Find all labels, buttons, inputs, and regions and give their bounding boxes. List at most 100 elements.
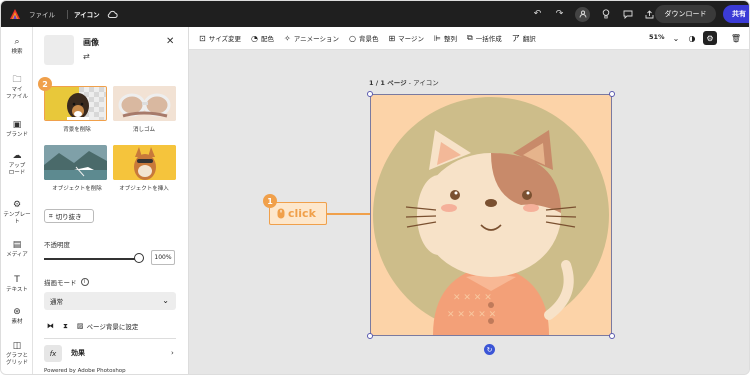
crop-icon: ⌗: [49, 211, 53, 220]
tool-label: 配色: [261, 35, 274, 43]
image-actions-row: ⧓ ⧗ ▨ ページ背景に設定: [47, 321, 139, 332]
click-annotation: click: [269, 202, 327, 225]
effects-icon[interactable]: fx: [44, 345, 62, 362]
resize-handle-br[interactable]: [609, 333, 615, 339]
blend-mode-select[interactable]: 通常 ⌄: [44, 292, 176, 310]
app-window: ファイル アイコン ↶ ↷ ダウンロード 共有 ⌕ 検索 🗀 マイ ファイル ▣…: [0, 0, 750, 375]
redo-icon[interactable]: ↷: [553, 8, 566, 21]
tile-label: 背景を削除: [63, 127, 91, 133]
rail-item-label: ブランド: [5, 132, 28, 138]
topbar-actions: ↶ ↷: [531, 1, 656, 27]
opacity-slider-track[interactable]: [44, 258, 138, 260]
flip-vertical-icon[interactable]: ⧗: [63, 322, 68, 331]
resize-handle-bl[interactable]: [367, 333, 373, 339]
rail-item-my-files[interactable]: 🗀 マイ ファイル: [1, 75, 33, 101]
resize-handle-tr[interactable]: [609, 91, 615, 97]
rail-item-elements[interactable]: ⊛ 素材: [1, 307, 33, 326]
tool-animation[interactable]: ✧ アニメーション: [284, 33, 339, 44]
tool-bulk-create[interactable]: ⧉ 一括作成: [467, 33, 502, 43]
resize-icon: ⊡: [199, 33, 206, 43]
effects-label[interactable]: 効果: [71, 348, 85, 358]
tool-palette[interactable]: ◔ 配色: [251, 33, 274, 44]
rail-item-brand[interactable]: ▣ ブランド: [1, 120, 33, 139]
tool-label: 背景色: [358, 35, 379, 43]
divider: [67, 9, 68, 19]
rail-item-label: テンプレー ト: [3, 212, 31, 225]
flip-horizontal-icon[interactable]: ⧓: [47, 322, 54, 330]
crop-label: 切り抜き: [55, 213, 82, 221]
animation-icon: ✧: [284, 33, 291, 43]
trash-icon[interactable]: 🗑: [729, 31, 743, 45]
remove-bg-preview: [45, 87, 106, 120]
close-icon[interactable]: ✕: [166, 36, 174, 47]
tool-tile-remove-object[interactable]: [44, 145, 107, 180]
rail-item-charts[interactable]: ◫ グラフと グリッド: [1, 341, 33, 367]
rail-item-label: メディア: [6, 252, 28, 258]
annotation-connector: [327, 213, 370, 215]
panel-title: 画像: [83, 38, 99, 47]
adobe-express-logo[interactable]: [10, 9, 20, 19]
mouse-icon: [277, 208, 285, 219]
left-rail: ⌕ 検索 🗀 マイ ファイル ▣ ブランド ☁ アップ ロード ⚙ テンプレー …: [1, 27, 33, 374]
share-button[interactable]: 共有: [723, 5, 749, 23]
undo-icon[interactable]: ↶: [531, 8, 544, 21]
rail-item-templates[interactable]: ⚙ テンプレー ト: [1, 200, 33, 226]
resize-handle-tl[interactable]: [367, 91, 373, 97]
rail-item-search[interactable]: ⌕ 検索: [1, 37, 33, 56]
search-icon: ⌕: [14, 37, 20, 47]
crop-button[interactable]: ⌗ 切り抜き: [44, 209, 94, 223]
tool-margin[interactable]: ⊞ マージン: [388, 33, 425, 44]
rail-item-media[interactable]: ▤ メディア: [1, 240, 33, 259]
rail-item-text[interactable]: T テキスト: [1, 275, 33, 294]
rotate-icon[interactable]: ↻: [484, 344, 495, 355]
comment-icon[interactable]: [621, 8, 634, 21]
tool-label: サイズ変更: [208, 35, 242, 43]
zoom-level[interactable]: 51%: [649, 33, 665, 41]
lightbulb-icon[interactable]: [599, 8, 612, 21]
opacity-slider-handle[interactable]: [134, 253, 144, 263]
info-icon[interactable]: i: [80, 278, 89, 286]
media-icon: ▤: [12, 240, 22, 250]
set-page-background-button[interactable]: ▨ ページ背景に設定: [77, 321, 139, 331]
tool-bg-color[interactable]: ○ 背景色: [348, 33, 379, 44]
step-badge-1: 1: [263, 194, 277, 208]
tool-tile-eraser[interactable]: [113, 86, 176, 121]
panel-divider: [44, 338, 176, 339]
invite-user-icon[interactable]: [575, 6, 590, 22]
top-bar: ファイル アイコン ↶ ↷ ダウンロード 共有: [1, 1, 749, 27]
chevron-right-icon[interactable]: ›: [171, 349, 174, 357]
blend-mode-value: 通常: [50, 298, 63, 306]
palette-icon: ◔: [251, 33, 258, 43]
remove-object-preview: [44, 145, 107, 180]
bg-color-icon: ○: [348, 33, 356, 43]
context-toolbar: ⊡ サイズ変更 ◔ 配色 ✧ アニメーション ○ 背景色 ⊞ マージン ⊫ 整列 ⧉ 一括作成…: [189, 27, 749, 50]
layers-icon[interactable]: ◑: [685, 31, 699, 45]
page-number: 1 / 1 ページ: [369, 79, 407, 87]
tool-label: 整列: [443, 35, 457, 43]
replace-image-icon[interactable]: ⇄: [83, 52, 90, 61]
tile-label: オブジェクトを削除: [52, 186, 102, 192]
tool-tile-insert-object[interactable]: [113, 145, 176, 180]
file-menu[interactable]: ファイル: [29, 9, 55, 19]
doc-title[interactable]: アイコン: [74, 9, 100, 19]
tool-label: 翻訳: [522, 35, 536, 43]
tool-resize[interactable]: ⊡ サイズ変更: [199, 33, 242, 44]
tool-tile-remove-background[interactable]: [44, 86, 107, 121]
opacity-label: 不透明度: [44, 241, 70, 249]
download-button[interactable]: ダウンロード: [655, 5, 716, 23]
rail-item-label: 検索: [11, 49, 23, 55]
cat-illustration[interactable]: ✕ ✕ ✕ ✕ ✕ ✕ ✕ ✕ ✕: [370, 94, 612, 336]
opacity-input[interactable]: 100%: [151, 250, 175, 265]
image-panel: 画像 ⇄ ✕ 背景を削除 消しゴム オブジェクトを削除 オブジェクトを挿入 ⌗ …: [33, 27, 189, 374]
rail-item-upload[interactable]: ☁ アップ ロード: [1, 151, 33, 177]
blend-mode-label: 描画モード: [44, 279, 77, 287]
tool-label: 一括作成: [475, 35, 502, 43]
selected-image-thumbnail: [44, 35, 74, 65]
adjust-icon[interactable]: ⚙: [703, 31, 717, 45]
tool-translate[interactable]: ア翻訳: [512, 33, 536, 44]
step-badge-2: 2: [38, 77, 52, 91]
chevron-down-icon[interactable]: ⌄: [669, 31, 683, 45]
tool-label: マージン: [398, 35, 425, 43]
tool-align[interactable]: ⊫ 整列: [434, 33, 457, 44]
tile-label: 消しゴム: [132, 127, 155, 133]
